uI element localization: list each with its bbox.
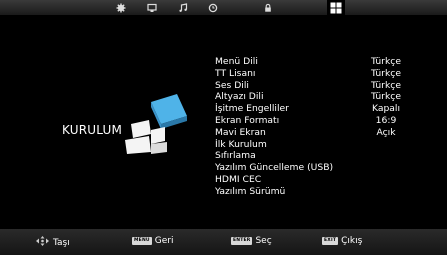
menu-row[interactable]: Mavi Ekran Açık	[215, 127, 411, 139]
menu-row-value: Türkçe	[371, 67, 401, 79]
menu-row[interactable]: Ses Dili Türkçe	[215, 80, 411, 92]
menu-row-label: Yazılım Güncelleme (USB)	[215, 162, 334, 174]
arrows-icon	[36, 236, 49, 249]
menu-row-label: Yazılım Sürümü	[215, 185, 286, 197]
section-title: KURULUM	[62, 123, 123, 137]
menu-row-value: Türkçe	[371, 91, 401, 103]
music-note-icon[interactable]	[177, 2, 189, 14]
setup-grid-icon[interactable]	[330, 2, 342, 14]
menu-row[interactable]: Altyazı Dili Türkçe	[215, 91, 411, 103]
enter-key-icon: ENTER	[231, 237, 253, 245]
menu-row-value: Açık	[376, 126, 396, 138]
menu-row-label: İşitme Engelliler	[215, 103, 289, 115]
menu-row-label: İlk Kurulum	[215, 138, 267, 150]
bottom-hint-bar: Taşı MENU Geri ENTER Seç EXIT Çıkış	[0, 229, 447, 255]
menu-row-value: Türkçe	[371, 56, 401, 67]
hint-move-label: Taşı	[53, 237, 70, 248]
settings-panel: KURULUM Menü Dili Türkçe TT Lisanı Türkçe Se…	[8, 15, 439, 229]
menu-row-label: Altyazı Dili	[215, 91, 264, 103]
monitor-icon[interactable]	[146, 2, 158, 14]
menu-row[interactable]: Yazılım Güncelleme (USB)	[215, 162, 411, 174]
menu-row[interactable]: İlk Kurulum	[215, 139, 411, 151]
menu-row-value: Türkçe	[371, 79, 401, 91]
menu-row[interactable]: Ekran Formatı 16:9	[215, 115, 411, 127]
hint-exit: EXIT Çıkış	[322, 236, 362, 246]
menu-row-label: Mavi Ekran	[215, 126, 266, 138]
menu-row[interactable]: Sıfırlama	[215, 150, 411, 162]
menu-row[interactable]: İşitme Engelliler Kapalı	[215, 103, 411, 115]
menu-row-value: 16:9	[375, 114, 397, 126]
menu-row[interactable]: TT Lisanı Türkçe	[215, 68, 411, 80]
hint-exit-label: Çıkış	[341, 236, 363, 246]
gear-icon[interactable]	[115, 2, 127, 14]
setup-section-icon	[121, 94, 187, 158]
hint-select-label: Seç	[255, 236, 272, 246]
exit-key-icon: EXIT	[322, 237, 339, 245]
hint-back: MENU Geri	[132, 236, 174, 246]
menu-row-label: HDMI CEC	[215, 173, 262, 185]
menu-key-icon: MENU	[132, 237, 152, 245]
hint-back-label: Geri	[154, 236, 174, 246]
menu-row-label: TT Lisanı	[215, 67, 256, 79]
lock-icon[interactable]	[262, 2, 274, 14]
menu-row-label: Sıfırlama	[215, 150, 256, 162]
settings-menu: Menü Dili Türkçe TT Lisanı Türkçe Ses Dili Tü…	[215, 56, 411, 198]
menu-row-label: Ekran Formatı	[215, 114, 280, 126]
menu-row-label: Menü Dili	[215, 56, 258, 67]
menu-row-label: Ses Dili	[215, 79, 249, 91]
top-tab-bar	[0, 0, 447, 15]
menu-row-value: Kapalı	[371, 103, 401, 115]
hint-select: ENTER Seç	[231, 236, 272, 246]
menu-row[interactable]: Menü Dili Türkçe	[215, 56, 411, 68]
menu-row[interactable]: HDMI CEC	[215, 174, 411, 186]
hint-move: Taşı	[36, 236, 70, 249]
menu-row[interactable]: Yazılım Sürümü	[215, 186, 411, 198]
clock-icon[interactable]	[207, 2, 219, 14]
